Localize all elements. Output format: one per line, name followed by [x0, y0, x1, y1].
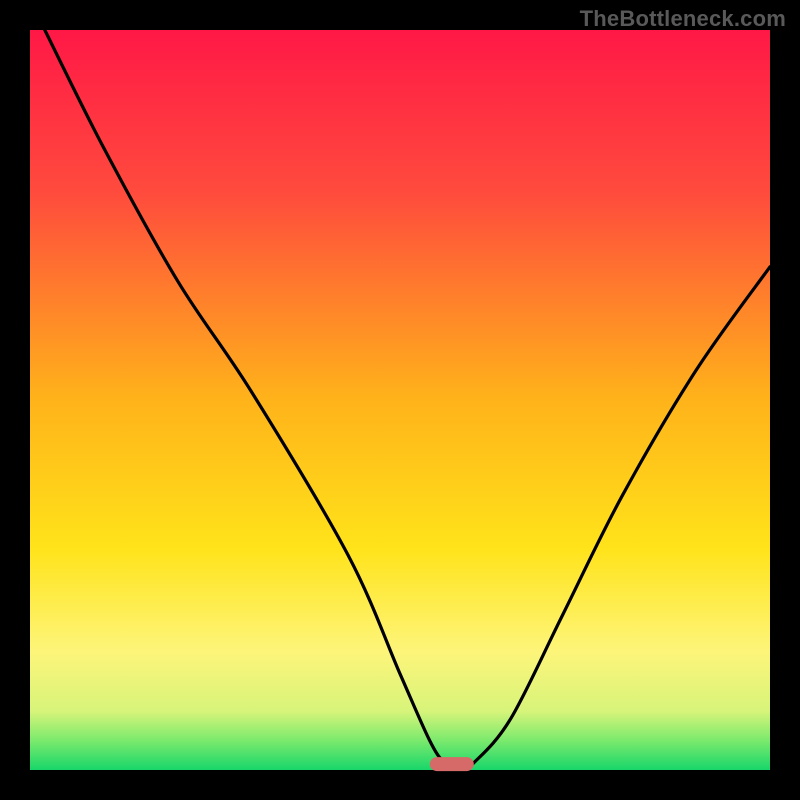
bottleneck-chart [0, 0, 800, 800]
chart-container: TheBottleneck.com [0, 0, 800, 800]
chart-background-gradient [30, 30, 770, 770]
optimal-point-marker [430, 757, 474, 771]
watermark-label: TheBottleneck.com [580, 6, 786, 32]
